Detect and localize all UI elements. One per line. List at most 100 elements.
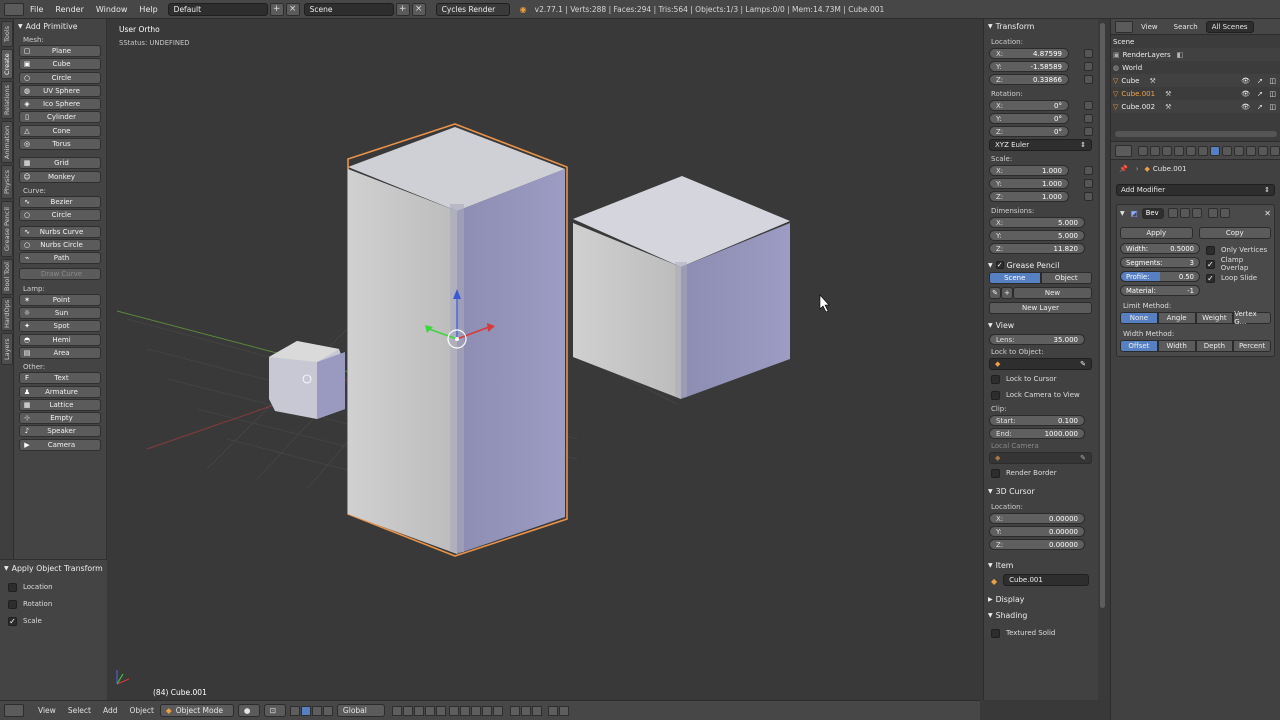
scrollbar-thumb[interactable] xyxy=(1100,23,1105,608)
outliner-menu-view[interactable]: View xyxy=(1133,23,1166,31)
mode-select[interactable]: ◆ Object Mode xyxy=(159,704,234,717)
location-y-field[interactable]: Y: -1.58589 xyxy=(989,61,1069,72)
limit-angle-option[interactable]: Angle xyxy=(1157,312,1196,324)
add-camera-button[interactable]: ▶ Camera xyxy=(19,438,101,451)
add-text-button[interactable]: F Text xyxy=(19,372,101,385)
apply-rotation-option[interactable]: Rotation xyxy=(0,597,107,611)
render-camera-icon[interactable]: ◫ xyxy=(1269,103,1276,111)
viewport-display-icon[interactable] xyxy=(1179,208,1190,218)
render-camera-icon[interactable]: ◫ xyxy=(1269,77,1276,85)
scale-y-field[interactable]: Y: 1.000 xyxy=(989,178,1069,189)
loop-slide-option[interactable]: ✓ Loop Slide xyxy=(1206,271,1271,285)
world-tab-icon[interactable] xyxy=(1174,145,1184,156)
width-percent-option[interactable]: Percent xyxy=(1233,340,1271,352)
render-tab-icon[interactable] xyxy=(1138,145,1148,156)
lock-icon[interactable] xyxy=(1084,75,1093,84)
add-point-lamp-button[interactable]: ✶ Point xyxy=(19,293,101,306)
layer-button[interactable] xyxy=(459,705,470,716)
viewport-shading-select[interactable]: ● xyxy=(237,704,260,717)
scale-z-field[interactable]: Z: 1.000 xyxy=(989,191,1069,202)
new-layer-button[interactable]: New Layer xyxy=(989,302,1092,314)
move-down-icon[interactable] xyxy=(1219,208,1230,218)
dimension-y-field[interactable]: Y: 5.000 xyxy=(989,230,1085,241)
add-spot-lamp-button[interactable]: ✦ Spot xyxy=(19,320,101,333)
constraints-tab-icon[interactable] xyxy=(1198,145,1208,156)
checkbox[interactable] xyxy=(991,374,1000,384)
screen-layout-select[interactable]: Default xyxy=(167,2,268,16)
only-vertices-option[interactable]: Only Vertices xyxy=(1206,243,1271,257)
lock-icon[interactable] xyxy=(1084,62,1093,71)
render-border-option[interactable]: Render Border xyxy=(984,466,1098,480)
menu-object[interactable]: Object xyxy=(123,706,159,715)
menu-add[interactable]: Add xyxy=(97,706,124,715)
transform-panel-header[interactable]: ▼ Transform xyxy=(984,19,1098,33)
new-grease-pencil-button[interactable]: New xyxy=(1013,287,1092,299)
limit-vertex-group-option[interactable]: Vertex G... xyxy=(1233,310,1271,326)
add-modifier-select[interactable]: Add Modifier ⇕ xyxy=(1116,184,1275,196)
menu-render[interactable]: Render xyxy=(49,5,89,14)
scene-canvas[interactable] xyxy=(107,19,980,700)
cursor-y-field[interactable]: Y: 0.00000 xyxy=(989,526,1085,537)
outliner-row-renderlayers[interactable]: ▣ RenderLayers ◧ xyxy=(1111,48,1280,61)
eyedropper-icon[interactable]: ✎ xyxy=(1080,360,1086,368)
width-offset-option[interactable]: Offset xyxy=(1120,340,1158,352)
clamp-overlap-option[interactable]: ✓ Clamp Overlap xyxy=(1206,256,1271,272)
apply-location-option[interactable]: Location xyxy=(0,580,107,594)
draw-curve-button[interactable]: Draw Curve xyxy=(19,268,101,281)
add-primitive-header[interactable]: ▼ Add Primitive xyxy=(14,20,106,33)
checkbox[interactable] xyxy=(8,582,17,592)
translate-manipulator-button[interactable] xyxy=(300,705,311,716)
add-empty-button[interactable]: ⊹ Empty xyxy=(19,412,101,425)
select-arrow-icon[interactable]: ➚ xyxy=(1257,77,1263,85)
render-layers-tab-icon[interactable] xyxy=(1150,145,1160,156)
collapse-arrow-icon[interactable]: ▼ xyxy=(1120,210,1125,217)
checkbox[interactable] xyxy=(991,390,1000,400)
rotation-y-field[interactable]: Y: 0° xyxy=(989,113,1069,124)
outliner-row-cube-001[interactable]: ▽ Cube.001 ⚒ 👁 ➚ ◫ xyxy=(1111,87,1280,100)
add-cube-button[interactable]: ▣ Cube xyxy=(19,58,101,71)
location-z-field[interactable]: Z: 0.33866 xyxy=(989,74,1069,85)
modifiers-tab-icon[interactable] xyxy=(1210,145,1220,156)
editor-type-icon[interactable] xyxy=(1115,144,1132,157)
scene-select[interactable]: Scene xyxy=(303,2,394,16)
lock-to-cursor-option[interactable]: Lock to Cursor xyxy=(984,372,1098,386)
menu-file[interactable]: File xyxy=(24,5,49,14)
checkbox-checked[interactable]: ✓ xyxy=(1206,273,1215,283)
scale-x-field[interactable]: X: 1.000 xyxy=(989,165,1069,176)
visibility-eye-icon[interactable]: 👁 xyxy=(1241,103,1250,111)
opengl-anim-button[interactable] xyxy=(558,705,569,716)
dimension-x-field[interactable]: X: 5.000 xyxy=(989,217,1085,228)
snap-button[interactable] xyxy=(520,705,531,716)
menu-window[interactable]: Window xyxy=(90,5,134,14)
object-name-field[interactable]: Cube.001 xyxy=(1003,574,1090,586)
layer-button[interactable] xyxy=(470,705,481,716)
copy-button[interactable]: Copy xyxy=(1198,227,1271,239)
object-tab-icon[interactable] xyxy=(1186,145,1196,156)
scene-toggle[interactable]: Scene xyxy=(989,272,1041,284)
checkbox[interactable] xyxy=(991,628,1000,638)
rotation-x-field[interactable]: X: 0° xyxy=(989,100,1069,111)
outliner-menu-search[interactable]: Search xyxy=(1166,23,1206,31)
lock-camera-option[interactable]: Lock Camera to View xyxy=(984,388,1098,402)
pencil-icon[interactable]: ✎ xyxy=(989,287,1001,299)
menu-help[interactable]: Help xyxy=(133,5,163,14)
layer-button[interactable] xyxy=(413,705,424,716)
add-speaker-button[interactable]: ♪ Speaker xyxy=(19,425,101,438)
outliner-row-cube-002[interactable]: ▽ Cube.002 ⚒ 👁 ➚ ◫ xyxy=(1111,100,1280,113)
render-engine-select[interactable]: Cycles Render xyxy=(435,2,510,16)
menu-view[interactable]: View xyxy=(32,706,62,715)
grease-pencil-checkbox[interactable]: ✓ xyxy=(995,261,1004,269)
select-arrow-icon[interactable]: ➚ xyxy=(1257,90,1263,98)
add-screen-button[interactable]: + xyxy=(269,2,284,16)
add-scene-button[interactable]: + xyxy=(395,2,410,16)
remove-scene-button[interactable]: × xyxy=(411,2,426,16)
layer-button[interactable] xyxy=(481,705,492,716)
add-circle-button[interactable]: ○ Circle xyxy=(19,71,101,84)
add-torus-button[interactable]: ◎ Torus xyxy=(19,138,101,151)
limit-none-option[interactable]: None xyxy=(1120,312,1158,324)
eyedropper-icon[interactable]: ✎ xyxy=(1080,454,1086,462)
bevel-width-field[interactable]: Width: 0.5000 xyxy=(1120,243,1200,254)
limit-weight-option[interactable]: Weight xyxy=(1195,312,1234,324)
clip-start-field[interactable]: Start: 0.100 xyxy=(989,415,1085,426)
bevel-segments-field[interactable]: Segments: 3 xyxy=(1120,257,1200,268)
